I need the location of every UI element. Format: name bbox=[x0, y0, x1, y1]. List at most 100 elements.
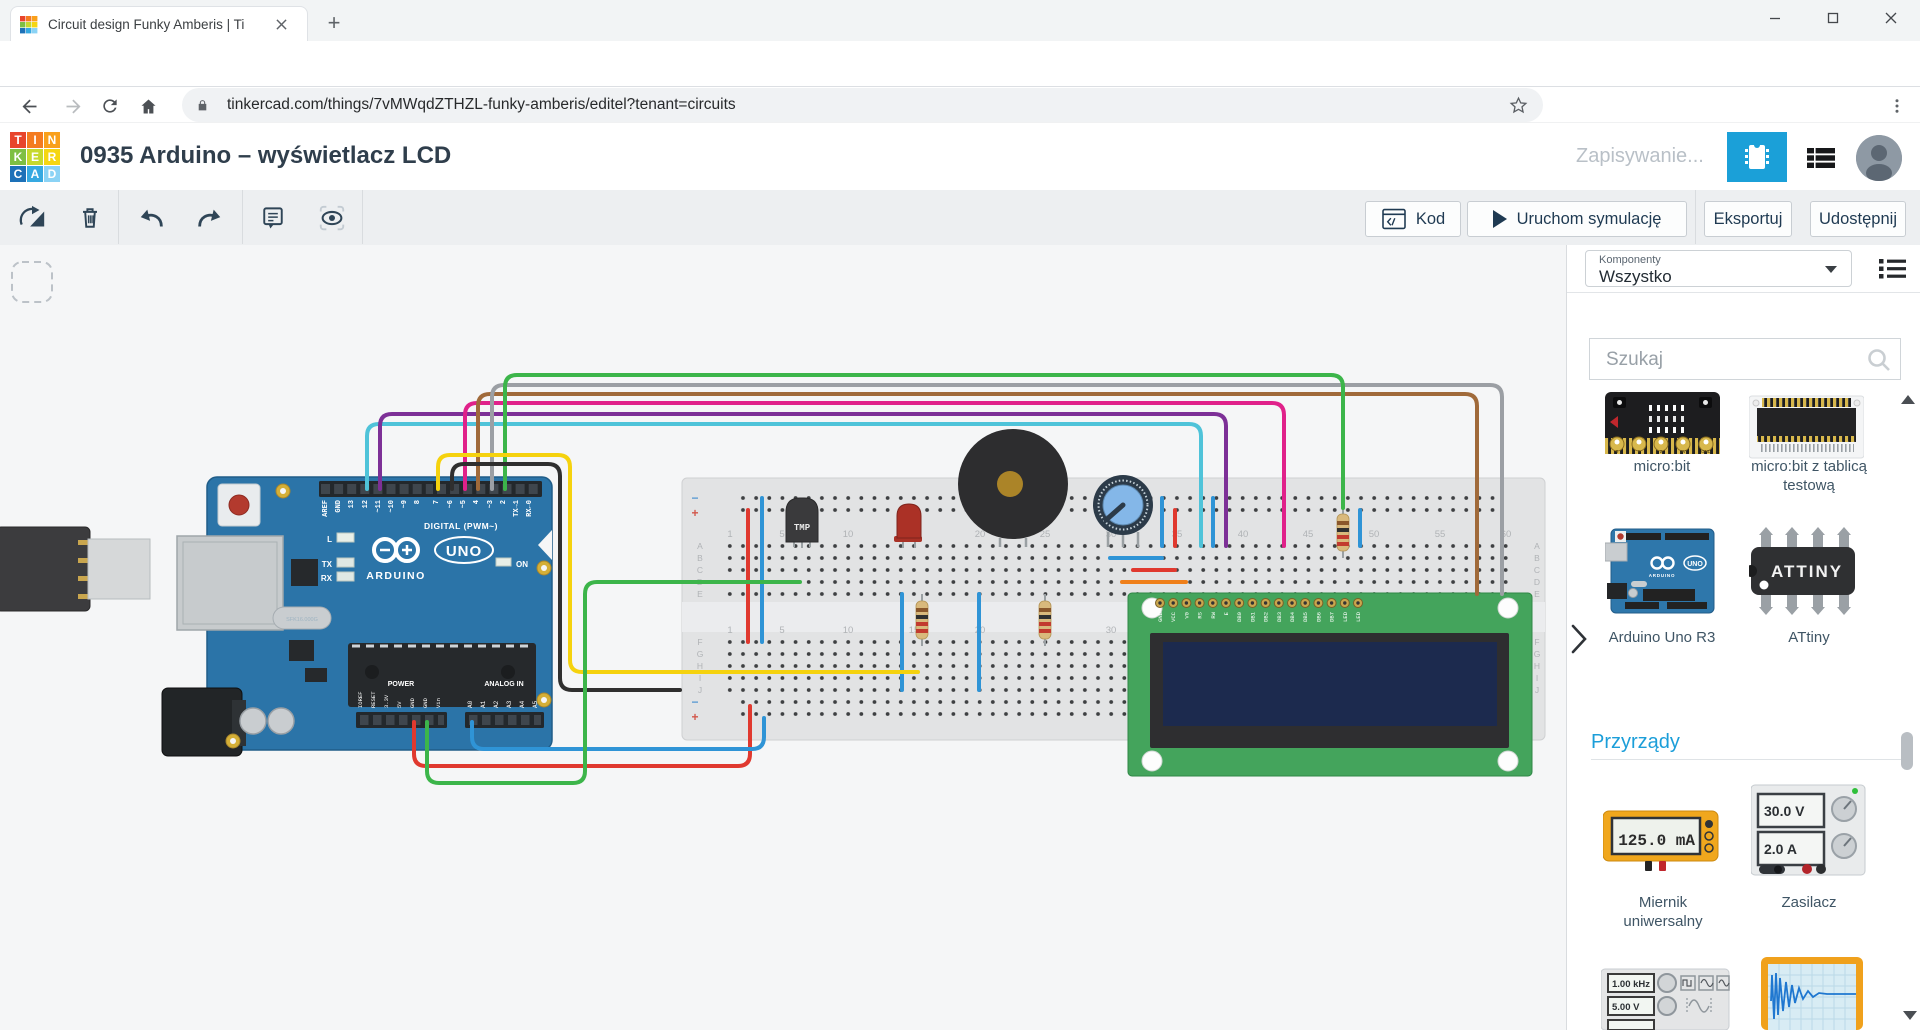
scrollbar-thumb[interactable] bbox=[1901, 732, 1913, 770]
svg-text:C: C bbox=[697, 565, 703, 575]
svg-text:D: D bbox=[1534, 577, 1540, 587]
lcd-display[interactable]: GNDVCCV0RSRWEDB0DB1DB2DB3DB4DB5DB6DB7LED… bbox=[1128, 593, 1532, 776]
logo-letter: T bbox=[10, 132, 26, 148]
back-icon[interactable] bbox=[16, 93, 42, 119]
svg-text:10: 10 bbox=[843, 529, 854, 540]
logo-letter: C bbox=[10, 166, 26, 182]
component-thumb-arduino[interactable]: UNO ARDUINO bbox=[1605, 525, 1720, 622]
svg-text:3.3V: 3.3V bbox=[383, 694, 390, 708]
code-button[interactable]: Kod bbox=[1365, 201, 1461, 237]
on-label: ON bbox=[516, 560, 528, 569]
chevron-down-icon bbox=[1825, 266, 1837, 273]
dropdown-label: Komponenty bbox=[1599, 254, 1661, 266]
component-thumb-oscilloscope[interactable] bbox=[1761, 957, 1863, 1030]
design-title[interactable]: 0935 Arduino – wyświetlacz LCD bbox=[80, 142, 451, 170]
tmp-sensor[interactable]: TMP bbox=[786, 498, 818, 548]
svg-text:J: J bbox=[698, 685, 702, 695]
arduino-brand-label: ARDUINO bbox=[366, 570, 426, 582]
usb-plug[interactable] bbox=[0, 527, 150, 611]
resistor[interactable] bbox=[916, 594, 928, 646]
led-tx bbox=[337, 558, 354, 567]
logo-letter: I bbox=[27, 132, 43, 148]
browser-url-bar: tinkercad.com/things/7vMWqdZTHZL-funky-a… bbox=[0, 41, 1920, 87]
components-sidebar: Komponenty Wszystko bbox=[1566, 245, 1920, 1030]
browser-menu-kebab-icon[interactable] bbox=[1884, 93, 1910, 119]
collapse-panel-chevron[interactable] bbox=[1569, 623, 1589, 655]
delete-icon[interactable] bbox=[73, 201, 107, 235]
svg-text:2: 2 bbox=[500, 500, 508, 504]
reset-button[interactable] bbox=[218, 484, 260, 526]
svg-text:5: 5 bbox=[779, 529, 784, 540]
svg-text:5: 5 bbox=[779, 625, 784, 636]
svg-text:3V: 3V bbox=[1680, 449, 1686, 454]
component-thumb-power-supply[interactable]: 30.0 V 2.0 A bbox=[1751, 783, 1869, 883]
reload-icon[interactable] bbox=[97, 93, 123, 119]
arduino-uno-board[interactable]: AREFGND1312~11~10~987~6~54~32TX→1RX←0 DI… bbox=[162, 477, 552, 756]
search-input[interactable] bbox=[1604, 345, 1858, 375]
rotate-icon[interactable] bbox=[15, 201, 49, 235]
red-led[interactable] bbox=[894, 504, 922, 548]
component-thumb-microbit-breadboard[interactable] bbox=[1749, 392, 1864, 467]
window-close-icon[interactable] bbox=[1862, 0, 1920, 36]
list-view-toggle[interactable] bbox=[1879, 256, 1907, 280]
scroll-down-icon[interactable] bbox=[1903, 1011, 1917, 1020]
multimeter-reading: 125.0 mA bbox=[1618, 832, 1695, 850]
components-mode-button[interactable] bbox=[1727, 132, 1787, 182]
svg-text:GND: GND bbox=[422, 697, 429, 708]
funcgen-voltage: 5.00 V bbox=[1612, 1002, 1640, 1013]
bookmark-star-icon[interactable] bbox=[1508, 95, 1529, 116]
component-label[interactable]: micro:bit bbox=[1597, 457, 1727, 476]
component-thumb-attiny[interactable]: ATTINY bbox=[1749, 527, 1861, 620]
share-button[interactable]: Udostępnij bbox=[1810, 201, 1906, 237]
avatar[interactable] bbox=[1856, 135, 1902, 181]
component-label[interactable]: ATtiny bbox=[1739, 628, 1879, 647]
circuit-canvas[interactable]: − + − + 151015202530354045505560 1510152… bbox=[0, 245, 1566, 1030]
components-group-dropdown[interactable]: Komponenty Wszystko bbox=[1585, 250, 1852, 287]
component-thumb-multimeter[interactable]: 125.0 mA bbox=[1603, 803, 1723, 886]
properties-table-button[interactable] bbox=[1804, 144, 1838, 172]
svg-text:AREF: AREF bbox=[322, 500, 330, 517]
undo-icon[interactable] bbox=[135, 201, 169, 235]
svg-text:C: C bbox=[1534, 565, 1540, 575]
tab-close-icon[interactable] bbox=[272, 16, 290, 34]
component-label[interactable]: Miernik uniwersalny bbox=[1603, 893, 1723, 931]
share-label: Udostępnij bbox=[1819, 210, 1897, 229]
svg-text:50: 50 bbox=[1369, 529, 1380, 540]
url-text[interactable]: tinkercad.com/things/7vMWqdZTHZL-funky-a… bbox=[227, 96, 1508, 114]
notes-icon[interactable] bbox=[256, 201, 290, 235]
svg-text:55: 55 bbox=[1435, 529, 1446, 540]
component-label[interactable]: micro:bit z tablicą testową bbox=[1739, 457, 1879, 495]
psu-current: 2.0 A bbox=[1764, 841, 1797, 857]
svg-text:A2: A2 bbox=[493, 700, 500, 708]
new-tab-button[interactable]: + bbox=[320, 9, 348, 37]
scroll-up-icon[interactable] bbox=[1901, 395, 1915, 404]
svg-text:E: E bbox=[697, 589, 703, 599]
home-icon[interactable] bbox=[135, 93, 161, 119]
window-maximize-icon[interactable] bbox=[1804, 0, 1862, 36]
tinkercad-logo[interactable]: T I N K E R C A D bbox=[10, 132, 61, 183]
svg-text:B: B bbox=[1534, 553, 1540, 563]
component-thumb-function-generator[interactable]: 1.00 kHz 5.00 V bbox=[1601, 967, 1731, 1030]
browser-tab[interactable]: Circuit design Funky Amberis | Ti bbox=[10, 6, 308, 42]
export-button[interactable]: Eksportuj bbox=[1704, 201, 1792, 237]
run-simulation-button[interactable]: Uruchom symulację bbox=[1467, 201, 1687, 237]
redo-icon[interactable] bbox=[192, 201, 226, 235]
lcd-screen bbox=[1163, 642, 1497, 726]
resistor[interactable] bbox=[1039, 594, 1051, 646]
led-l bbox=[337, 533, 354, 542]
dropdown-value: Wszystko bbox=[1599, 267, 1672, 287]
search-box[interactable] bbox=[1589, 338, 1901, 380]
logo-letter: E bbox=[27, 149, 43, 165]
svg-text:7: 7 bbox=[433, 500, 441, 504]
svg-text:H: H bbox=[697, 661, 703, 671]
url-omnibox[interactable]: tinkercad.com/things/7vMWqdZTHZL-funky-a… bbox=[182, 88, 1543, 122]
forward-icon[interactable] bbox=[60, 93, 86, 119]
view-eye-icon[interactable] bbox=[315, 201, 349, 235]
tab-title: Circuit design Funky Amberis | Ti bbox=[48, 17, 266, 32]
component-label[interactable]: Zasilacz bbox=[1749, 893, 1869, 912]
component-thumb-microbit[interactable]: 0123VGND bbox=[1605, 392, 1720, 467]
run-simulation-label: Uruchom symulację bbox=[1517, 210, 1662, 229]
window-minimize-icon[interactable] bbox=[1746, 0, 1804, 36]
app-window: Circuit design Funky Amberis | Ti + tink… bbox=[0, 0, 1920, 1030]
component-label[interactable]: Arduino Uno R3 bbox=[1597, 628, 1727, 647]
